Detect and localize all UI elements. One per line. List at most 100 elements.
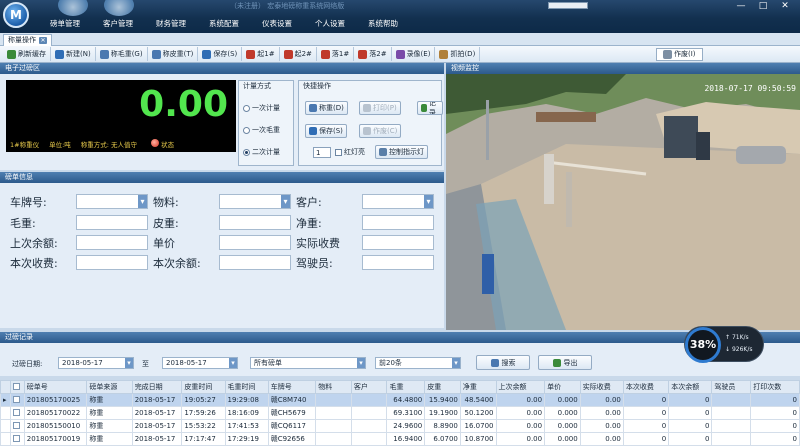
table-cell[interactable]: 16.0700: [459, 419, 497, 433]
radio-single-gross[interactable]: 一次毛重: [243, 125, 280, 135]
table-cell[interactable]: 0.00: [579, 419, 624, 433]
record-button[interactable]: 录像(E): [392, 47, 436, 61]
table-cell[interactable]: 16.9400: [386, 432, 426, 446]
radio-icon[interactable]: [243, 104, 250, 112]
table-cell[interactable]: [350, 432, 388, 446]
maximize-button[interactable]: □: [756, 0, 770, 12]
table-cell[interactable]: [711, 393, 752, 407]
quick-record-button[interactable]: 记录: [417, 101, 443, 115]
table-cell[interactable]: 19.1900: [424, 406, 461, 420]
col-gross[interactable]: 毛重: [386, 380, 426, 394]
col-actual-received[interactable]: 实际收费: [579, 380, 624, 394]
row-checkbox-cell[interactable]: [9, 393, 25, 407]
table-cell[interactable]: 8.8900: [424, 419, 461, 433]
save-button[interactable]: 保存(S): [198, 47, 243, 61]
table-cell[interactable]: 15.9400: [424, 393, 461, 407]
quick-print-button[interactable]: 打印(P): [359, 101, 401, 115]
col-tare-time[interactable]: 皮重时间: [181, 380, 226, 394]
unit-price-field[interactable]: [219, 235, 291, 250]
table-cell[interactable]: [350, 419, 388, 433]
col-complete-date[interactable]: 完成日期: [131, 380, 183, 394]
red-light-checkbox[interactable]: 红灯亮: [335, 147, 365, 157]
start-date-picker[interactable]: 2018-05-17: [58, 357, 134, 369]
table-cell[interactable]: [711, 432, 752, 446]
table-cell[interactable]: 0: [750, 393, 800, 407]
search-button[interactable]: 搜索: [476, 355, 530, 370]
radio-icon[interactable]: [243, 126, 250, 134]
table-cell[interactable]: 0.000: [544, 432, 581, 446]
table-cell[interactable]: 0.00: [495, 393, 546, 407]
radio-single-measure[interactable]: 一次计量: [243, 103, 280, 113]
table-cell[interactable]: [315, 406, 352, 420]
quick-weigh-button[interactable]: 称重(D): [305, 101, 348, 115]
light-number-spinner[interactable]: 1: [313, 147, 331, 158]
table-cell[interactable]: 0: [622, 393, 670, 407]
table-cell[interactable]: 称重: [86, 406, 133, 420]
col-tare[interactable]: 皮重: [424, 380, 461, 394]
capture-button[interactable]: 抓拍(D): [435, 47, 481, 61]
customer-select[interactable]: [362, 194, 434, 209]
checkbox-icon[interactable]: [12, 434, 20, 442]
quick-cancel-button[interactable]: 作废(C): [359, 124, 402, 138]
checkbox-icon[interactable]: [12, 408, 20, 416]
table-cell[interactable]: 称重: [86, 419, 133, 433]
table-cell[interactable]: 0.00: [579, 393, 624, 407]
table-cell[interactable]: 10.8700: [459, 432, 497, 446]
col-current-balance[interactable]: 本次余额: [668, 380, 713, 394]
table-cell[interactable]: 0: [622, 406, 670, 420]
plate-select[interactable]: [76, 194, 148, 209]
net-field[interactable]: [362, 215, 434, 230]
table-row[interactable]: ▸ 201805170025 称重 2018-05-17 19:05:27 19:29:0…: [0, 393, 800, 407]
table-cell[interactable]: 赣C8M740: [267, 393, 317, 407]
table-cell[interactable]: 0: [750, 406, 800, 420]
control-light-button[interactable]: 控制指示灯: [375, 145, 428, 159]
table-cell[interactable]: 24.9600: [386, 419, 426, 433]
table-cell[interactable]: 15:53:22: [181, 419, 226, 433]
current-balance-field[interactable]: [219, 255, 291, 270]
table-cell[interactable]: 称重: [86, 393, 133, 407]
menu-item-ticket-management[interactable]: 磅单管理: [50, 17, 103, 30]
table-cell[interactable]: 0: [668, 432, 713, 446]
menu-item-meter-settings[interactable]: 仪表设置: [262, 17, 315, 30]
row-checkbox-cell[interactable]: [9, 406, 25, 420]
last-balance-field[interactable]: [76, 235, 148, 250]
menu-item-system-config[interactable]: 系统配置: [209, 17, 262, 30]
table-cell[interactable]: 0.00: [495, 432, 546, 446]
void-button[interactable]: 作废(I): [656, 47, 703, 61]
menu-item-personal-settings[interactable]: 个人设置: [315, 17, 368, 30]
ticket-type-select[interactable]: 所有磅单: [250, 357, 366, 369]
col-print-count[interactable]: 打印次数: [750, 380, 800, 394]
col-last-balance[interactable]: 上次余额: [495, 380, 546, 394]
table-cell[interactable]: 0.000: [544, 393, 581, 407]
table-cell[interactable]: 赣CQ6117: [267, 419, 317, 433]
table-cell[interactable]: 0: [668, 419, 713, 433]
col-unit-price[interactable]: 单价: [544, 380, 581, 394]
refresh-cache-button[interactable]: 刷新缓存: [3, 47, 51, 61]
driver-field[interactable]: [362, 255, 434, 270]
table-cell[interactable]: 称重: [86, 432, 133, 446]
gate-down-2-button[interactable]: 落2#: [354, 47, 392, 61]
table-cell[interactable]: 201805170019: [23, 432, 88, 446]
table-row[interactable]: 201805170019 称重 2018-05-17 17:17:47 17:29:19…: [0, 432, 800, 446]
col-current-charge[interactable]: 本次收费: [622, 380, 670, 394]
table-cell[interactable]: 0.00: [579, 406, 624, 420]
table-cell[interactable]: 2018-05-17: [131, 432, 183, 446]
title-search-field[interactable]: [548, 2, 588, 9]
radio-checked-icon[interactable]: [243, 148, 250, 156]
table-cell[interactable]: 48.5400: [459, 393, 497, 407]
checkbox-icon[interactable]: [12, 421, 20, 429]
new-button[interactable]: 新建(N): [51, 47, 96, 61]
table-cell[interactable]: [315, 432, 352, 446]
network-monitor-widget[interactable]: 38% ↑ 71K/s ↓ 926K/s: [684, 326, 764, 363]
table-cell[interactable]: 0: [668, 393, 713, 407]
checkbox-icon[interactable]: [12, 382, 20, 390]
current-charge-field[interactable]: [76, 255, 148, 270]
table-cell[interactable]: 69.3100: [386, 406, 426, 420]
table-cell[interactable]: 0.000: [544, 419, 581, 433]
table-cell[interactable]: 赣C92656: [267, 432, 317, 446]
checkbox-icon[interactable]: [335, 148, 342, 156]
table-cell[interactable]: 0: [750, 432, 800, 446]
table-cell[interactable]: 0: [668, 406, 713, 420]
actual-received-field[interactable]: [362, 235, 434, 250]
table-cell[interactable]: 17:41:53: [224, 419, 269, 433]
